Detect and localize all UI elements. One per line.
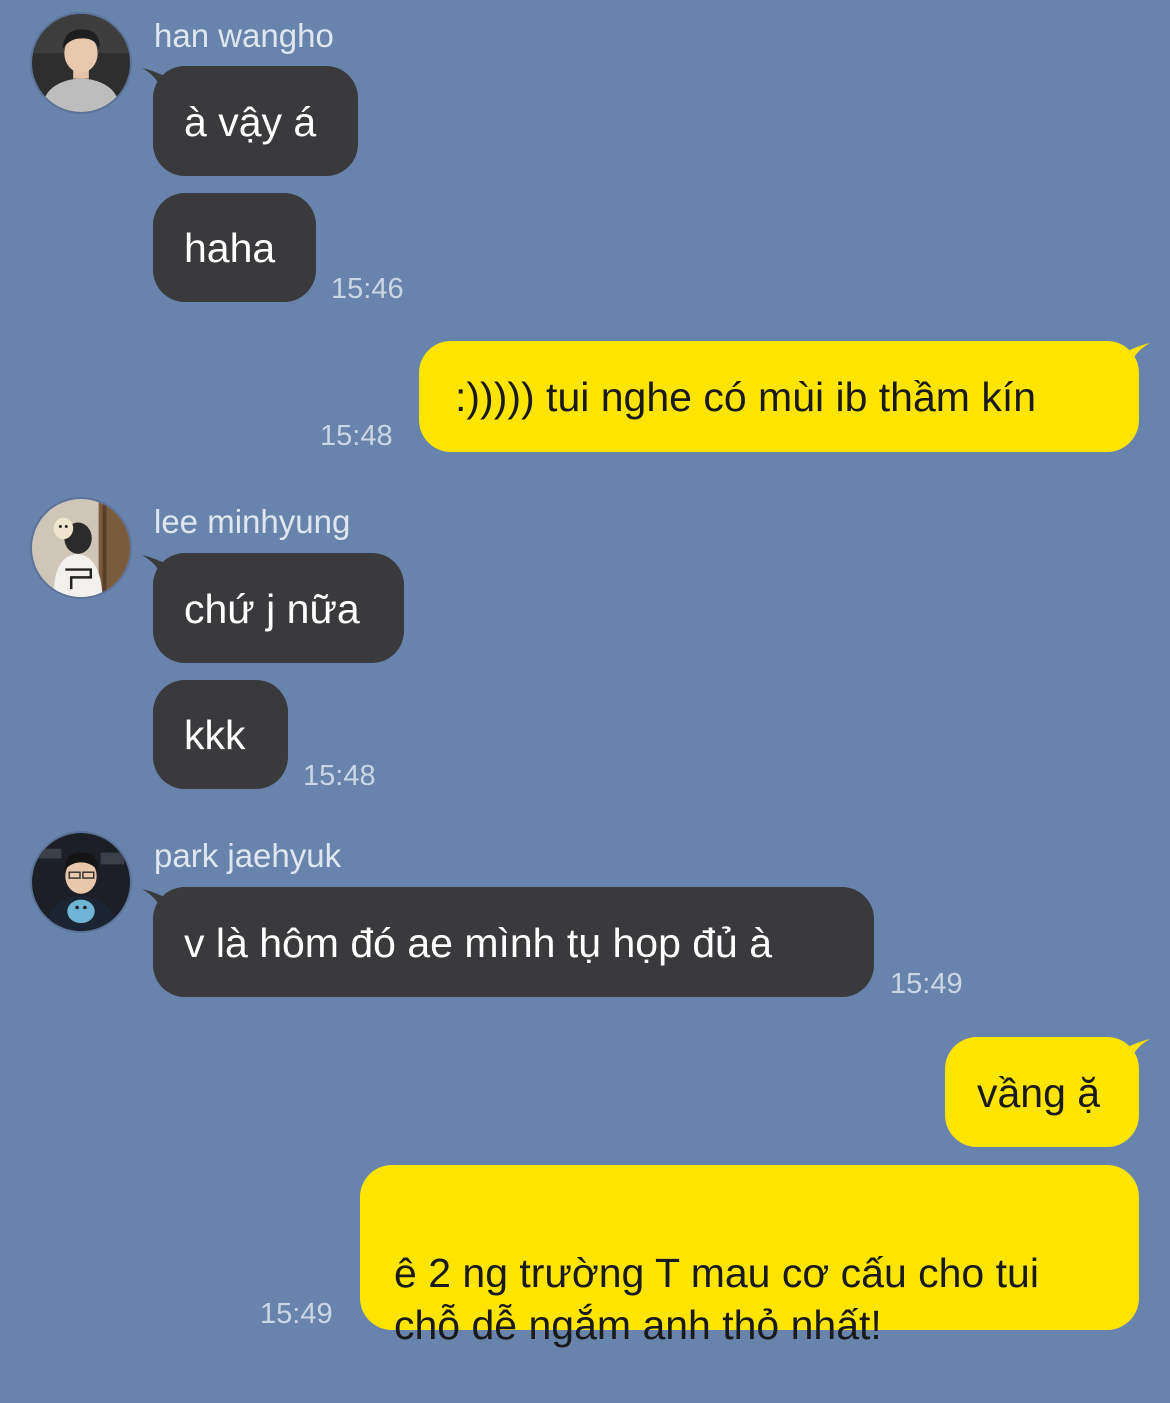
incoming-message-bubble[interactable]: chứ j nữa [153, 553, 404, 663]
message-text: vầng ặ [977, 1070, 1101, 1116]
message-timestamp: 15:46 [331, 273, 404, 305]
incoming-message-bubble[interactable]: kkk [153, 680, 288, 789]
incoming-message-bubble[interactable]: à vậy á [153, 66, 358, 176]
sender-name: lee minhyung [154, 503, 351, 540]
message-text: ê 2 ng trường T mau cơ cấu cho tui chỗ d… [394, 1250, 1039, 1348]
message-text: chứ j nữa [184, 586, 360, 632]
message-timestamp: 15:49 [890, 968, 963, 1000]
incoming-message-bubble[interactable]: v là hôm đó ae mình tụ họp đủ à [153, 887, 874, 997]
message-text: :))))) tui nghe có mùi ib thầm kín [455, 374, 1037, 420]
message-timestamp: 15:49 [260, 1298, 333, 1330]
sender-name: han wangho [154, 17, 334, 54]
incoming-message-bubble[interactable]: haha [153, 193, 316, 302]
message-text: v là hôm đó ae mình tụ họp đủ à [184, 920, 773, 966]
outgoing-message-bubble[interactable]: :))))) tui nghe có mùi ib thầm kín [419, 341, 1139, 452]
avatar-han-wangho-icon[interactable] [30, 12, 132, 114]
sender-name: park jaehyuk [154, 837, 342, 874]
outgoing-message-bubble[interactable]: vầng ặ [945, 1037, 1139, 1147]
outgoing-message-bubble[interactable]: ê 2 ng trường T mau cơ cấu cho tui chỗ d… [360, 1165, 1139, 1348]
message-text: kkk [184, 712, 246, 758]
message-timestamp: 15:48 [303, 760, 376, 792]
avatar-lee-minhyung-icon[interactable] [30, 497, 132, 599]
message-timestamp: 15:48 [320, 420, 393, 452]
message-text: à vậy á [184, 99, 317, 145]
message-text: haha [184, 225, 276, 271]
avatar-park-jaehyuk-icon[interactable] [30, 831, 132, 933]
